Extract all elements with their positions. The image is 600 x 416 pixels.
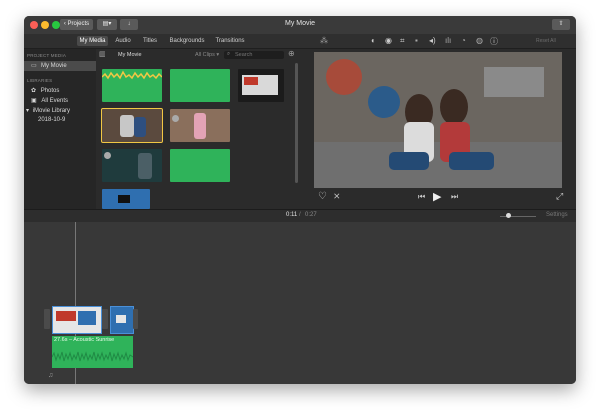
total-time: 0:27 <box>305 212 317 218</box>
transition-icon[interactable] <box>133 309 138 329</box>
info-icon[interactable]: ⓘ <box>490 36 498 47</box>
video-clip-thumbnail[interactable] <box>102 189 150 209</box>
current-time: 0:11 <box>286 212 298 218</box>
adjustment-toolbar: ⁂ ◐ ◉ ⌗ ▪ ◂) ılı ◔ ◍ ⓘ Reset All <box>304 34 576 48</box>
sidebar-item-label: My Movie <box>41 63 67 69</box>
clip-frame-detail <box>56 311 76 321</box>
share-button[interactable]: ⇧ <box>552 19 570 30</box>
transition-icon[interactable] <box>102 309 108 329</box>
skip-forward-icon[interactable]: ⏭ <box>451 192 458 202</box>
timeline-audio-clip[interactable]: 27.6s – Acoustic Sunrise <box>52 336 133 368</box>
selected-video-clip-thumbnail[interactable] <box>101 108 163 143</box>
events-icon: ▣ <box>31 98 37 104</box>
waveform-icon <box>102 70 162 80</box>
clip-frame-detail <box>78 311 96 325</box>
waveform-icon <box>52 351 133 362</box>
audio-clip-thumbnail[interactable] <box>170 69 230 102</box>
viewer-frame <box>314 52 562 188</box>
timeline-header: 0:11 / 0:27 Settings <box>24 210 576 222</box>
reject-icon[interactable]: ⨯ <box>333 191 341 202</box>
zoom-slider-knob[interactable] <box>506 213 511 218</box>
clip-filter-icon[interactable]: ◍ <box>476 36 483 45</box>
tab-my-media[interactable]: My Media <box>77 36 108 46</box>
playback-controls: ♡ ⨯ ⏮ ▶ ⏭ ⤢ <box>304 188 576 208</box>
volume-icon[interactable]: ◂) <box>429 36 436 45</box>
speed-icon[interactable]: ◔ <box>461 36 466 45</box>
tab-transitions[interactable]: Transitions <box>212 36 248 46</box>
color-correction-icon[interactable]: ◉ <box>385 36 392 45</box>
search-placeholder: Search <box>235 52 253 58</box>
browser-header: ▥ My Movie All Clips ▾ ⌕ Search ⊕ <box>96 49 301 61</box>
search-input[interactable]: ⌕ Search <box>224 51 284 59</box>
fullscreen-icon[interactable]: ⤢ <box>556 191 563 202</box>
timeline-video-clip[interactable] <box>110 306 134 334</box>
sidebar-item-my-movie[interactable]: ▭ My Movie <box>24 61 96 71</box>
imovie-window: ‹ Projects ▤▾ ↓ My Movie ⇧ My Media Audi… <box>24 16 576 384</box>
clip-frame-person <box>138 153 152 179</box>
camera-icon <box>104 152 111 159</box>
sidebar-item-imovie-library[interactable]: ▾ iMovie Library <box>26 107 70 114</box>
title-bar: ‹ Projects ▤▾ ↓ My Movie ⇧ <box>24 16 576 35</box>
photos-icon: ✿ <box>31 88 37 94</box>
tab-titles[interactable]: Titles <box>138 36 162 46</box>
noise-reduction-icon[interactable]: ılı <box>445 36 451 45</box>
settings-button[interactable]: Settings <box>546 212 568 218</box>
sidebar-item-photos[interactable]: ✿ Photos <box>31 87 59 94</box>
clip-filter-select[interactable]: All Clips ▾ <box>195 52 219 58</box>
audio-clip-thumbnail[interactable] <box>102 69 162 102</box>
clip-frame-person <box>120 115 134 137</box>
video-viewer <box>314 52 562 188</box>
libraries-sidebar: PROJECT MEDIA ▭ My Movie LIBRARIES ✿ Pho… <box>24 49 96 209</box>
video-clip-thumbnail[interactable] <box>102 149 162 182</box>
magic-wand-icon[interactable]: ⁂ <box>320 36 328 45</box>
add-icon[interactable]: ⊕ <box>288 49 295 58</box>
stabilization-icon[interactable]: ▪ <box>415 36 418 45</box>
project-media-header: PROJECT MEDIA <box>27 53 67 58</box>
audio-clip-thumbnail[interactable] <box>170 149 230 182</box>
tab-audio[interactable]: Audio <box>112 36 134 46</box>
clip-frame-person <box>194 113 206 139</box>
timeline-video-clip[interactable] <box>52 306 102 334</box>
clip-frame-detail <box>244 77 258 85</box>
video-clip-thumbnail[interactable] <box>170 109 230 142</box>
clip-frame-detail <box>116 315 126 323</box>
clip-frame <box>118 195 130 203</box>
media-browser: ▥ My Movie All Clips ▾ ⌕ Search ⊕ <box>96 49 301 209</box>
search-icon: ⌕ <box>227 51 231 57</box>
timeline: 27.6s – Acoustic Sunrise ♫ <box>24 222 576 384</box>
play-icon[interactable]: ▶ <box>433 190 441 203</box>
disclosure-triangle-icon: ▾ <box>26 108 30 114</box>
color-balance-icon[interactable]: ◐ <box>371 36 376 45</box>
window-title: My Movie <box>285 20 315 27</box>
music-note-icon: ♫ <box>48 372 54 379</box>
browser-title: My Movie <box>118 52 142 58</box>
crop-icon[interactable]: ⌗ <box>400 36 405 46</box>
time-separator: / <box>299 212 301 218</box>
libraries-header: LIBRARIES <box>27 78 53 83</box>
favorite-heart-icon[interactable]: ♡ <box>318 191 327 202</box>
audio-clip-label: 27.6s – Acoustic Sunrise <box>54 337 115 343</box>
film-icon: ▭ <box>31 63 37 69</box>
sidebar-toggle-icon[interactable]: ▥ <box>99 50 106 58</box>
sidebar-item-all-events[interactable]: ▣ All Events <box>31 97 68 104</box>
sidebar-item-event-date[interactable]: 2018-10-9 <box>38 117 65 123</box>
reset-all-button[interactable]: Reset All <box>536 38 556 44</box>
camera-icon <box>172 115 179 122</box>
share-icon: ⇧ <box>558 21 564 27</box>
transition-icon[interactable] <box>44 309 50 329</box>
clip-frame-person <box>134 117 146 137</box>
video-clip-thumbnail[interactable] <box>238 69 284 102</box>
skip-back-icon[interactable]: ⏮ <box>418 192 425 202</box>
browser-scrollbar[interactable] <box>295 63 298 183</box>
tab-backgrounds[interactable]: Backgrounds <box>167 36 207 46</box>
